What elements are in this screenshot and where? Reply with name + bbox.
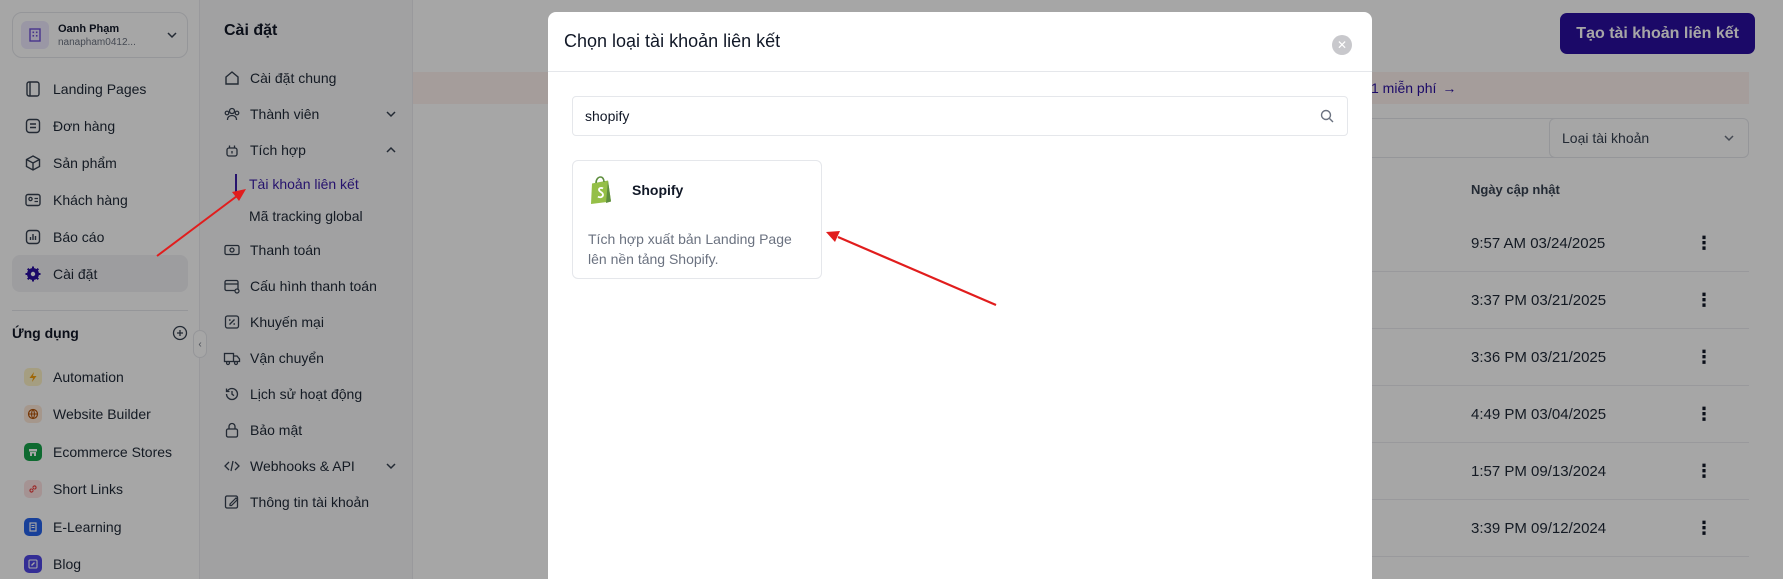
result-name: Shopify (632, 182, 684, 198)
modal-header: Chọn loại tài khoản liên kết ✕ (548, 12, 1372, 72)
shopify-result-card[interactable]: Shopify Tích hợp xuất bản Landing Page l… (572, 160, 822, 279)
modal-title: Chọn loại tài khoản liên kết (564, 31, 781, 51)
close-icon[interactable]: ✕ (1332, 35, 1352, 55)
modal-search-field[interactable] (572, 96, 1348, 136)
search-icon (1320, 109, 1334, 123)
result-description: Tích hợp xuất bản Landing Page lên nền t… (588, 231, 792, 267)
modal-search-input[interactable] (585, 108, 1319, 124)
select-account-type-modal: Chọn loại tài khoản liên kết ✕ Shopify T… (548, 12, 1372, 579)
shopify-logo-icon (591, 176, 611, 204)
